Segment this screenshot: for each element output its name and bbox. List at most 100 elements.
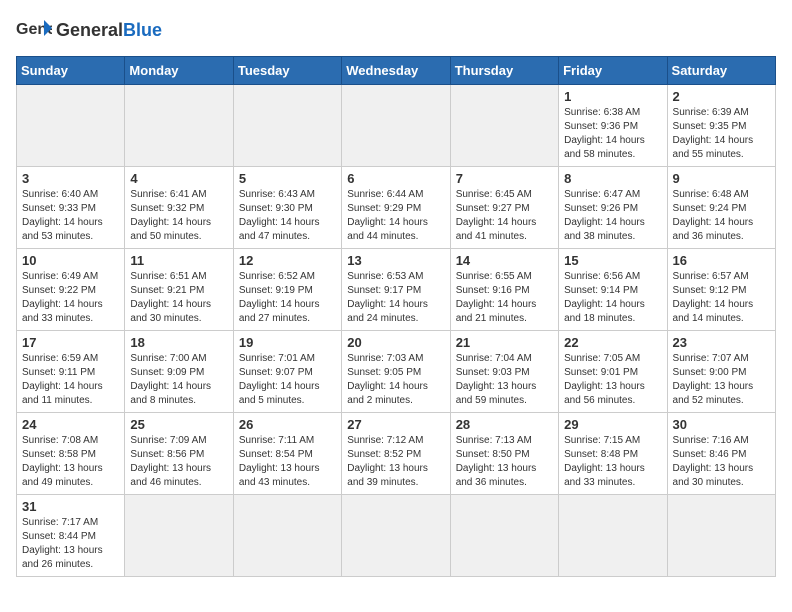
day-info: Sunrise: 6:43 AM Sunset: 9:30 PM Dayligh…: [239, 188, 336, 244]
calendar-week-row: 31 Sunrise: 7:17 AM Sunset: 8:44 PM Dayli…: [17, 495, 776, 577]
calendar-cell: 16 Sunrise: 6:57 AM Sunset: 9:12 PM Dayli…: [667, 249, 775, 331]
calendar-cell: 2Sunrise: 6:39 AM Sunset: 9:35 PM Daylig…: [667, 85, 775, 167]
day-info: Sunrise: 6:55 AM Sunset: 9:16 PM Dayligh…: [456, 270, 553, 326]
day-number: 9: [673, 171, 770, 186]
calendar-week-row: 10 Sunrise: 6:49 AM Sunset: 9:22 PM Dayli…: [17, 249, 776, 331]
logo: General GeneralBlue: [16, 16, 162, 44]
calendar-cell: 19 Sunrise: 7:01 AM Sunset: 9:07 PM Dayli…: [233, 331, 341, 413]
day-info: Sunrise: 7:05 AM Sunset: 9:01 PM Dayligh…: [564, 352, 661, 408]
calendar-cell: 31 Sunrise: 7:17 AM Sunset: 8:44 PM Dayli…: [17, 495, 125, 577]
day-number: 12: [239, 253, 336, 268]
day-info: Sunrise: 6:47 AM Sunset: 9:26 PM Dayligh…: [564, 188, 661, 244]
day-number: 11: [130, 253, 227, 268]
calendar-cell: 24 Sunrise: 7:08 AM Sunset: 8:58 PM Dayli…: [17, 413, 125, 495]
col-header-sunday: Sunday: [17, 57, 125, 85]
calendar-cell: 8 Sunrise: 6:47 AM Sunset: 9:26 PM Daylig…: [559, 167, 667, 249]
day-number: 7: [456, 171, 553, 186]
calendar-cell: 14Sunrise: 6:55 AM Sunset: 9:16 PM Dayli…: [450, 249, 558, 331]
day-info: Sunrise: 7:07 AM Sunset: 9:00 PM Dayligh…: [673, 352, 770, 408]
day-info: Sunrise: 6:44 AM Sunset: 9:29 PM Dayligh…: [347, 188, 444, 244]
calendar-cell: [667, 495, 775, 577]
col-header-thursday: Thursday: [450, 57, 558, 85]
day-number: 19: [239, 335, 336, 350]
day-number: 25: [130, 417, 227, 432]
calendar-cell: 29Sunrise: 7:15 AM Sunset: 8:48 PM Dayli…: [559, 413, 667, 495]
calendar-cell: [17, 85, 125, 167]
day-info: Sunrise: 6:39 AM Sunset: 9:35 PM Dayligh…: [673, 106, 770, 162]
day-info: Sunrise: 7:01 AM Sunset: 9:07 PM Dayligh…: [239, 352, 336, 408]
calendar-cell: 20Sunrise: 7:03 AM Sunset: 9:05 PM Dayli…: [342, 331, 450, 413]
day-info: Sunrise: 6:49 AM Sunset: 9:22 PM Dayligh…: [22, 270, 119, 326]
day-number: 15: [564, 253, 661, 268]
day-info: Sunrise: 6:59 AM Sunset: 9:11 PM Dayligh…: [22, 352, 119, 408]
calendar-cell: [233, 85, 341, 167]
calendar-cell: 4Sunrise: 6:41 AM Sunset: 9:32 PM Daylig…: [125, 167, 233, 249]
calendar-week-row: 24 Sunrise: 7:08 AM Sunset: 8:58 PM Dayli…: [17, 413, 776, 495]
day-number: 1: [564, 89, 661, 104]
calendar-cell: [125, 495, 233, 577]
calendar-cell: 23Sunrise: 7:07 AM Sunset: 9:00 PM Dayli…: [667, 331, 775, 413]
day-number: 27: [347, 417, 444, 432]
day-number: 8: [564, 171, 661, 186]
day-number: 24: [22, 417, 119, 432]
calendar-cell: 9 Sunrise: 6:48 AM Sunset: 9:24 PM Daylig…: [667, 167, 775, 249]
day-number: 31: [22, 499, 119, 514]
day-number: 17: [22, 335, 119, 350]
day-number: 10: [22, 253, 119, 268]
col-header-tuesday: Tuesday: [233, 57, 341, 85]
day-info: Sunrise: 7:15 AM Sunset: 8:48 PM Dayligh…: [564, 434, 661, 490]
calendar-cell: [342, 85, 450, 167]
col-header-saturday: Saturday: [667, 57, 775, 85]
col-header-monday: Monday: [125, 57, 233, 85]
day-info: Sunrise: 7:00 AM Sunset: 9:09 PM Dayligh…: [130, 352, 227, 408]
day-info: Sunrise: 6:41 AM Sunset: 9:32 PM Dayligh…: [130, 188, 227, 244]
day-info: Sunrise: 7:09 AM Sunset: 8:56 PM Dayligh…: [130, 434, 227, 490]
calendar-cell: [233, 495, 341, 577]
day-info: Sunrise: 7:17 AM Sunset: 8:44 PM Dayligh…: [22, 516, 119, 572]
day-info: Sunrise: 6:57 AM Sunset: 9:12 PM Dayligh…: [673, 270, 770, 326]
col-header-wednesday: Wednesday: [342, 57, 450, 85]
calendar-cell: 12 Sunrise: 6:52 AM Sunset: 9:19 PM Dayli…: [233, 249, 341, 331]
calendar-cell: 18 Sunrise: 7:00 AM Sunset: 9:09 PM Dayli…: [125, 331, 233, 413]
calendar-week-row: 3Sunrise: 6:40 AM Sunset: 9:33 PM Daylig…: [17, 167, 776, 249]
calendar-header-row: SundayMondayTuesdayWednesdayThursdayFrid…: [17, 57, 776, 85]
day-info: Sunrise: 7:11 AM Sunset: 8:54 PM Dayligh…: [239, 434, 336, 490]
day-info: Sunrise: 6:56 AM Sunset: 9:14 PM Dayligh…: [564, 270, 661, 326]
calendar-cell: 6Sunrise: 6:44 AM Sunset: 9:29 PM Daylig…: [342, 167, 450, 249]
day-info: Sunrise: 6:52 AM Sunset: 9:19 PM Dayligh…: [239, 270, 336, 326]
calendar-cell: 13Sunrise: 6:53 AM Sunset: 9:17 PM Dayli…: [342, 249, 450, 331]
day-info: Sunrise: 7:16 AM Sunset: 8:46 PM Dayligh…: [673, 434, 770, 490]
day-number: 18: [130, 335, 227, 350]
calendar-cell: 28Sunrise: 7:13 AM Sunset: 8:50 PM Dayli…: [450, 413, 558, 495]
day-number: 5: [239, 171, 336, 186]
day-number: 30: [673, 417, 770, 432]
day-info: Sunrise: 7:08 AM Sunset: 8:58 PM Dayligh…: [22, 434, 119, 490]
calendar-cell: 15 Sunrise: 6:56 AM Sunset: 9:14 PM Dayli…: [559, 249, 667, 331]
day-number: 21: [456, 335, 553, 350]
calendar-cell: [450, 85, 558, 167]
day-info: Sunrise: 7:04 AM Sunset: 9:03 PM Dayligh…: [456, 352, 553, 408]
calendar-cell: 5 Sunrise: 6:43 AM Sunset: 9:30 PM Daylig…: [233, 167, 341, 249]
calendar-cell: 7 Sunrise: 6:45 AM Sunset: 9:27 PM Daylig…: [450, 167, 558, 249]
calendar-cell: 21 Sunrise: 7:04 AM Sunset: 9:03 PM Dayli…: [450, 331, 558, 413]
day-number: 20: [347, 335, 444, 350]
day-number: 26: [239, 417, 336, 432]
calendar-cell: 3Sunrise: 6:40 AM Sunset: 9:33 PM Daylig…: [17, 167, 125, 249]
day-info: Sunrise: 6:45 AM Sunset: 9:27 PM Dayligh…: [456, 188, 553, 244]
day-info: Sunrise: 6:51 AM Sunset: 9:21 PM Dayligh…: [130, 270, 227, 326]
calendar-cell: 17 Sunrise: 6:59 AM Sunset: 9:11 PM Dayli…: [17, 331, 125, 413]
calendar-cell: 11 Sunrise: 6:51 AM Sunset: 9:21 PM Dayli…: [125, 249, 233, 331]
calendar-cell: 1 Sunrise: 6:38 AM Sunset: 9:36 PM Daylig…: [559, 85, 667, 167]
col-header-friday: Friday: [559, 57, 667, 85]
day-number: 16: [673, 253, 770, 268]
day-info: Sunrise: 6:38 AM Sunset: 9:36 PM Dayligh…: [564, 106, 661, 162]
day-info: Sunrise: 6:48 AM Sunset: 9:24 PM Dayligh…: [673, 188, 770, 244]
calendar-cell: 30 Sunrise: 7:16 AM Sunset: 8:46 PM Dayli…: [667, 413, 775, 495]
day-number: 13: [347, 253, 444, 268]
calendar-cell: 26 Sunrise: 7:11 AM Sunset: 8:54 PM Dayli…: [233, 413, 341, 495]
calendar-week-row: 1 Sunrise: 6:38 AM Sunset: 9:36 PM Daylig…: [17, 85, 776, 167]
day-info: Sunrise: 7:13 AM Sunset: 8:50 PM Dayligh…: [456, 434, 553, 490]
logo-text: GeneralBlue: [56, 20, 162, 41]
logo-icon: General: [16, 16, 52, 44]
calendar-cell: 22Sunrise: 7:05 AM Sunset: 9:01 PM Dayli…: [559, 331, 667, 413]
